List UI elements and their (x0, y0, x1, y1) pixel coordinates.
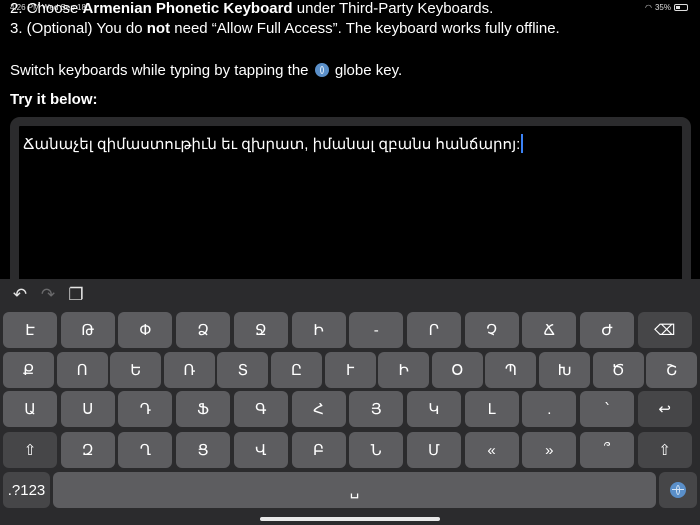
key-13[interactable]: Շ (646, 352, 698, 388)
key-5[interactable]: Գ (233, 391, 288, 427)
key-1[interactable]: Ք (3, 352, 54, 388)
key-8[interactable]: Կ (406, 391, 461, 427)
undo-icon[interactable]: ↶ (10, 285, 30, 305)
globe-icon (670, 482, 686, 498)
key-8[interactable]: Մ (406, 432, 461, 468)
globe-icon (314, 63, 329, 77)
key-4[interactable]: Ց (176, 432, 231, 468)
key-9[interactable]: Չ (464, 312, 519, 348)
key-11[interactable]: Խ (539, 352, 590, 388)
space-key[interactable]: ␣ (53, 472, 656, 508)
status-right: ◠ 35% (645, 3, 688, 12)
key-5[interactable]: Ջ (233, 312, 288, 348)
instruction-step-2: 2. Choose Armenian Phonetic Keyboard und… (10, 0, 493, 19)
key-4[interactable]: Ֆ (176, 391, 231, 427)
key-11[interactable]: Ժ (580, 312, 634, 348)
text-caret (521, 134, 524, 153)
battery-percent: 35% (654, 3, 671, 12)
key-8[interactable]: Ր (406, 312, 461, 348)
step3-text-bold: not (146, 20, 171, 37)
hint-text-post: globe key. (334, 62, 403, 79)
key-1[interactable]: Ա (3, 391, 57, 427)
globe-key[interactable] (659, 472, 697, 508)
key-9[interactable]: Լ (464, 391, 519, 427)
key-10[interactable]: . (522, 391, 577, 427)
key-3[interactable]: Ղ (118, 432, 173, 468)
battery-icon (674, 4, 688, 11)
key-2[interactable]: Ո (56, 352, 108, 388)
hint-text-pre: Switch keyboards while typing by tapping… (10, 62, 309, 79)
step2-text-pre: 2. Choose (10, 0, 83, 17)
try-it-heading: Try it below: (10, 91, 98, 108)
wifi-icon: ◠ (645, 3, 652, 12)
redo-icon[interactable]: ↷ (38, 285, 58, 305)
key-11[interactable]: ՝ (580, 391, 634, 427)
key-3[interactable]: Փ (118, 312, 173, 348)
key-5[interactable]: Վ (233, 432, 288, 468)
key-6[interactable]: Հ (291, 391, 346, 427)
home-indicator (260, 517, 440, 521)
step3-text-pre: 3. (Optional) You do (10, 20, 147, 37)
key-6[interactable]: Ի (291, 312, 346, 348)
key-9[interactable]: « (464, 432, 519, 468)
backspace-key[interactable]: ⌫ (637, 312, 692, 348)
key-11[interactable]: ՞ (580, 432, 634, 468)
key-10[interactable]: Ճ (522, 312, 577, 348)
key-10[interactable]: Պ (485, 352, 537, 388)
text-area-content[interactable]: Ճանաչել զիմաստութիւն եւ զխրատ, իմանալ զբ… (23, 134, 524, 153)
key-1[interactable]: Է (3, 312, 57, 348)
step2-text-post: under Third-Party Keyboards. (292, 0, 494, 17)
key-10[interactable]: » (522, 432, 577, 468)
key-7[interactable]: Ւ (324, 352, 376, 388)
step2-text-bold: Armenian Phonetic Keyboard (82, 0, 293, 17)
key-7[interactable]: - (349, 312, 404, 348)
keyboard-toolbar: ↶ ↷ ❐ (10, 285, 86, 305)
key-12[interactable]: Ծ (592, 352, 644, 388)
key-7[interactable]: Յ (349, 391, 404, 427)
switch-keyboards-hint: Switch keyboards while typing by tapping… (10, 61, 402, 81)
key-3[interactable]: Ե (110, 352, 162, 388)
key-9[interactable]: Օ (431, 352, 483, 388)
instruction-step-3: 3. (Optional) You do not need “Allow Ful… (10, 19, 560, 39)
key-2[interactable]: Թ (60, 312, 115, 348)
return-key[interactable]: ↩ (637, 391, 692, 427)
key-6[interactable]: Բ (291, 432, 346, 468)
test-text-area[interactable]: Ճանաչել զիմաստութիւն եւ զխրատ, իմանալ զբ… (10, 117, 691, 292)
key-3[interactable]: Դ (118, 391, 173, 427)
text-area-value[interactable]: Ճանաչել զիմաստութիւն եւ զխրատ, իմանալ զբ… (23, 136, 520, 153)
paste-icon[interactable]: ❐ (66, 285, 86, 305)
numbers-key[interactable]: .?123 (3, 472, 50, 508)
key-4[interactable]: Ռ (163, 352, 215, 388)
key-4[interactable]: Ձ (176, 312, 231, 348)
step3-text-post: need “Allow Full Access”. The keyboard w… (170, 20, 560, 37)
key-5[interactable]: Տ (217, 352, 269, 388)
key-8[interactable]: Ի (378, 352, 430, 388)
shift-key[interactable]: ⇧ (637, 432, 692, 468)
key-6[interactable]: Ը (271, 352, 322, 388)
key-7[interactable]: Ն (349, 432, 404, 468)
key-2[interactable]: Ս (60, 391, 115, 427)
key-2[interactable]: Զ (60, 432, 115, 468)
shift-key[interactable]: ⇧ (3, 432, 57, 468)
